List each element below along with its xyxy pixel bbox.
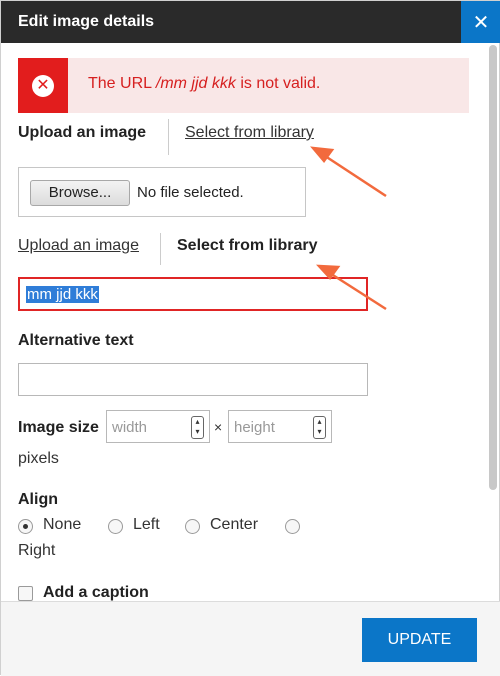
- align-center-label[interactable]: Center: [210, 516, 258, 534]
- browse-button[interactable]: Browse...: [30, 180, 130, 206]
- tab-select-from-library-active[interactable]: Select from library: [177, 237, 318, 255]
- close-button[interactable]: ✕: [461, 1, 500, 43]
- align-right-radio[interactable]: [285, 519, 300, 534]
- alt-text-label: Alternative text: [18, 332, 134, 349]
- file-upload-field: Browse... No file selected.: [18, 167, 306, 217]
- error-x-icon: ✕: [32, 74, 54, 97]
- height-spinner-icon[interactable]: ▴ ▾: [313, 416, 326, 439]
- width-input[interactable]: width ▴ ▾: [106, 410, 210, 443]
- alt-text-input[interactable]: [18, 363, 368, 396]
- dialog-body[interactable]: ✕ The URL /mm jjd kkk is not valid. Uplo…: [1, 43, 500, 601]
- width-placeholder: width: [112, 419, 148, 436]
- dialog-scrollbar[interactable]: [489, 45, 497, 490]
- error-suffix: is not valid.: [235, 75, 321, 92]
- tab-divider: [168, 119, 169, 155]
- width-spinner-icon[interactable]: ▴ ▾: [191, 416, 204, 439]
- update-button[interactable]: UPDATE: [362, 618, 477, 662]
- dialog-titlebar: Edit image details ✕: [1, 1, 500, 43]
- image-url-input[interactable]: mm jjd kkk: [18, 277, 368, 311]
- error-icon-container: ✕: [18, 58, 68, 113]
- error-message: ✕ The URL /mm jjd kkk is not valid.: [18, 58, 469, 113]
- close-icon: ✕: [472, 11, 490, 34]
- url-input-value: mm jjd kkk: [26, 286, 99, 303]
- align-label: Align: [18, 491, 58, 508]
- align-left-radio[interactable]: [108, 519, 123, 534]
- dialog-footer: UPDATE: [1, 601, 500, 676]
- tab-select-from-library[interactable]: Select from library: [185, 124, 314, 142]
- size-separator: ×: [214, 419, 223, 435]
- align-right-label[interactable]: Right: [18, 542, 55, 560]
- align-none-label[interactable]: None: [43, 516, 81, 534]
- tab-upload-image[interactable]: Upload an image: [18, 237, 139, 255]
- error-text: The URL /mm jjd kkk is not valid.: [88, 75, 320, 93]
- image-size-label: Image size: [18, 419, 99, 436]
- edit-image-dialog: Edit image details ✕ ✕ The URL /mm jjd k…: [0, 0, 500, 676]
- align-center-radio[interactable]: [185, 519, 200, 534]
- tab-upload-image-active[interactable]: Upload an image: [18, 124, 146, 142]
- caption-label[interactable]: Add a caption: [43, 584, 149, 601]
- caption-checkbox[interactable]: [18, 586, 33, 601]
- tab-divider: [160, 233, 161, 265]
- align-left-label[interactable]: Left: [133, 516, 160, 534]
- error-url: /mm jjd kkk: [155, 75, 236, 92]
- height-placeholder: height: [234, 419, 275, 436]
- error-prefix: The URL: [88, 75, 156, 92]
- size-unit-label: pixels: [18, 450, 59, 467]
- height-input[interactable]: height ▴ ▾: [228, 410, 332, 443]
- align-none-radio[interactable]: [18, 519, 33, 534]
- dialog-title: Edit image details: [18, 13, 155, 30]
- file-status-text: No file selected.: [137, 184, 244, 201]
